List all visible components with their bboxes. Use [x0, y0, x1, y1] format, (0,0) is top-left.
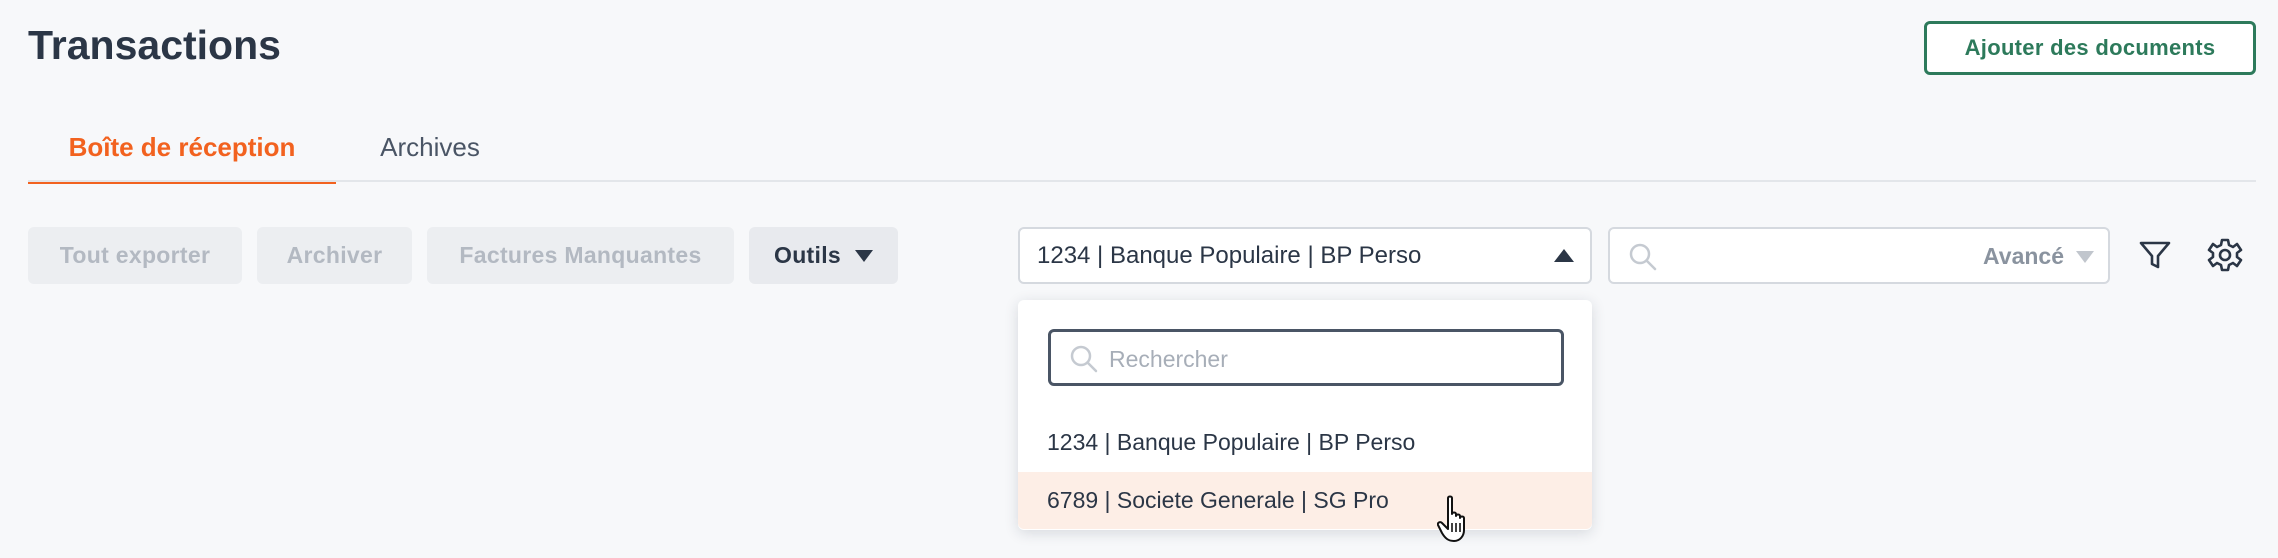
account-option-hovered[interactable]: 6789 | Societe Generale | SG Pro: [1018, 472, 1592, 529]
tabs-divider: [28, 180, 2256, 182]
hand-cursor-icon: [1437, 495, 1465, 542]
account-option[interactable]: 1234 | Banque Populaire | BP Perso: [1018, 414, 1592, 471]
tools-label: Outils: [774, 242, 841, 268]
account-search-field[interactable]: [1048, 329, 1564, 386]
advanced-search-toggle[interactable]: Avancé: [1983, 243, 2064, 270]
account-select[interactable]: 1234 | Banque Populaire | BP Perso: [1018, 227, 1592, 284]
caret-up-icon: [1554, 249, 1574, 262]
transaction-search-input[interactable]: Avancé: [1608, 227, 2110, 284]
search-icon: [1070, 345, 1098, 373]
missing-invoices-button[interactable]: Factures Manquantes: [427, 227, 734, 284]
filter-icon[interactable]: [2136, 236, 2174, 274]
caret-down-icon: [854, 249, 873, 262]
add-documents-button[interactable]: Ajouter des documents: [1924, 21, 2256, 75]
account-search-input[interactable]: [1107, 338, 1551, 380]
tab-archives[interactable]: Archives: [360, 126, 500, 182]
account-dropdown-menu: 1234 | Banque Populaire | BP Perso 6789 …: [1018, 300, 1592, 530]
archive-button[interactable]: Archiver: [257, 227, 412, 284]
gear-icon[interactable]: [2206, 236, 2244, 274]
account-select-value: 1234 | Banque Populaire | BP Perso: [1037, 241, 1422, 269]
search-icon: [1629, 243, 1657, 271]
tools-dropdown-button[interactable]: Outils: [749, 227, 898, 284]
caret-down-icon: [2076, 251, 2094, 263]
tab-inbox[interactable]: Boîte de réception: [28, 126, 336, 184]
export-all-button[interactable]: Tout exporter: [28, 227, 242, 284]
page-title: Transactions: [28, 22, 281, 68]
